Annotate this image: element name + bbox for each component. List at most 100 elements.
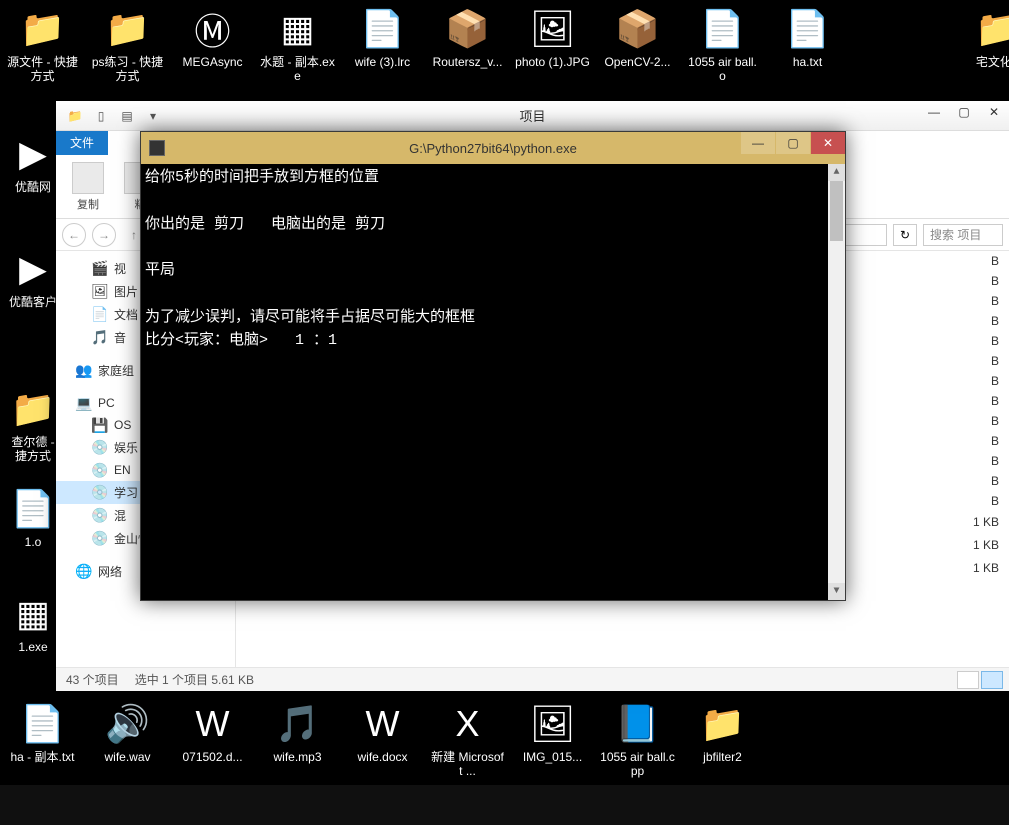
icon-label: 1.exe [5, 640, 61, 654]
file-icon: 📄 [19, 700, 67, 748]
file-icon: 📁 [699, 700, 747, 748]
icon-label: ha - 副本.txt [5, 750, 80, 764]
desktop-icon[interactable]: 📦 OpenCV-2... [600, 5, 675, 69]
nav-label: PC [98, 396, 115, 410]
console-icon [149, 140, 165, 156]
console-maximize-button[interactable]: ▢ [776, 132, 810, 154]
desktop-icon[interactable]: 📁宅文化-. [960, 5, 1009, 69]
view-icons-button[interactable] [981, 671, 1003, 689]
icon-label: wife.wav [90, 750, 165, 764]
nav-icon: 👥 [76, 363, 92, 379]
qat-dropdown-icon[interactable]: ▾ [142, 105, 164, 127]
nav-label: 学习 [114, 484, 138, 501]
desktop-icon[interactable]: 📄ha.txt [770, 5, 845, 69]
desktop-icon[interactable]: 🎵wife.mp3 [260, 700, 335, 764]
nav-icon: 🌐 [76, 564, 92, 580]
file-size: B [929, 334, 999, 348]
nav-icon: 💿 [92, 462, 108, 478]
nav-icon: 🖼 [92, 284, 108, 300]
file-size: B [929, 494, 999, 508]
desktop-icon[interactable]: ▶优酷网 [5, 130, 61, 194]
icon-label: MEGAsync [175, 55, 250, 69]
desktop-icon[interactable]: Wwife.docx [345, 700, 420, 764]
tab-file[interactable]: 文件 [56, 130, 108, 155]
console-output[interactable]: 给你5秒的时间把手放到方框的位置 你出的是 剪刀 电脑出的是 剪刀 平局 为了减… [141, 164, 845, 600]
nav-label: 娱乐 [114, 439, 138, 456]
refresh-button[interactable]: ↻ [893, 224, 917, 246]
desktop-icon[interactable]: 📁源文件 - 快捷方式 [5, 5, 80, 84]
maximize-button[interactable]: ▢ [949, 101, 979, 123]
nav-label: 图片 [114, 283, 138, 300]
desktop-icon[interactable]: 📄1.o [5, 485, 61, 549]
desktop-icon[interactable]: 📦Routersz_v... [430, 5, 505, 69]
nav-label: 网络 [98, 563, 122, 580]
file-icon: 📁 [9, 385, 57, 433]
file-icon: X [444, 700, 492, 748]
file-icon: ▶ [9, 245, 57, 293]
desktop-icon[interactable]: 🖼 photo (1).JPG [515, 5, 590, 69]
desktop-icon[interactable]: X新建 Microsoft ... [430, 700, 505, 779]
icon-label: 1055 air ball.o [685, 55, 760, 84]
desktop-icon[interactable]: 🖼IMG_015... [515, 700, 590, 764]
file-size: B [929, 314, 999, 328]
nav-icon: 💿 [92, 508, 108, 524]
file-icon: ▦ [274, 5, 322, 53]
search-input[interactable]: 搜索 项目 [923, 224, 1003, 246]
qat-props-icon[interactable]: ▯ [90, 105, 112, 127]
icon-label: 源文件 - 快捷方式 [5, 55, 80, 84]
file-size: B [929, 294, 999, 308]
desktop-icon[interactable]: 📄wife (3).lrc [345, 5, 420, 69]
nav-label: 视 [114, 260, 126, 277]
console-text: 给你5秒的时间把手放到方框的位置 你出的是 剪刀 电脑出的是 剪刀 平局 为了减… [145, 166, 841, 352]
file-icon: Ⓜ [189, 5, 237, 53]
console-close-button[interactable]: ✕ [811, 132, 845, 154]
copy-button[interactable]: 复制 [64, 162, 112, 212]
file-icon: 🔊 [104, 700, 152, 748]
console-minimize-button[interactable]: — [741, 132, 775, 154]
file-icon: ▦ [9, 590, 57, 638]
icon-label: 071502.d... [175, 750, 250, 764]
taskbar[interactable] [0, 785, 1009, 825]
back-button[interactable]: ← [62, 223, 86, 247]
nav-label: 家庭组 [98, 362, 134, 379]
desktop-icon[interactable]: ▦水题 - 副本.exe [260, 5, 335, 84]
scroll-down-icon[interactable]: ▼ [828, 583, 845, 600]
file-icon: 📘 [614, 700, 662, 748]
file-size: B [929, 434, 999, 448]
close-button[interactable]: ✕ [979, 101, 1009, 123]
desktop-icon[interactable]: W071502.d... [175, 700, 250, 764]
desktop-icon[interactable]: ▦ 1.exe [5, 590, 61, 654]
desktop-icon[interactable]: 📄 ha - 副本.txt [5, 700, 80, 764]
file-icon: 🖼 [529, 5, 577, 53]
forward-button[interactable]: → [92, 223, 116, 247]
selection-info: 选中 1 个项目 5.61 KB [135, 671, 254, 688]
desktop-icon[interactable]: 📁jbfilter2 [685, 700, 760, 764]
icon-label: photo (1).JPG [515, 55, 590, 69]
file-size: B [929, 454, 999, 468]
icon-label: wife (3).lrc [345, 55, 420, 69]
explorer-titlebar[interactable]: 📁 ▯ ▤ ▾ 项目 — ▢ ✕ [56, 101, 1009, 131]
file-icon: 📦 [614, 5, 662, 53]
explorer-title: 项目 [56, 106, 1009, 125]
console-scrollbar[interactable]: ▲ ▼ [828, 164, 845, 600]
view-details-button[interactable] [957, 671, 979, 689]
desktop-icon[interactable]: 🔊 wife.wav [90, 700, 165, 764]
desktop-icon[interactable]: 📁ps练习 - 快捷方式 [90, 5, 165, 84]
icon-label: 优酷客户 [5, 295, 61, 309]
nav-icon: 💿 [92, 531, 108, 547]
desktop-icon[interactable]: 📁查尔德 - 捷方式 [5, 385, 61, 464]
nav-label: 混 [114, 507, 126, 524]
qat-new-icon[interactable]: ▤ [116, 105, 138, 127]
file-icon: 🎵 [274, 700, 322, 748]
desktop-icon[interactable]: 📘1055 air ball.cpp [600, 700, 675, 779]
console-titlebar[interactable]: G:\Python27bit64\python.exe — ▢ ✕ [141, 132, 845, 164]
scroll-up-icon[interactable]: ▲ [828, 164, 845, 181]
desktop-icon[interactable]: ▶ 优酷客户 [5, 245, 61, 309]
desktop-icon[interactable]: Ⓜ MEGAsync [175, 5, 250, 69]
desktop-icon[interactable]: 📄1055 air ball.o [685, 5, 760, 84]
scroll-thumb[interactable] [830, 181, 843, 241]
icon-label: OpenCV-2... [600, 55, 675, 69]
minimize-button[interactable]: — [919, 101, 949, 123]
icon-label: 查尔德 - 捷方式 [5, 435, 61, 464]
icon-label: ha.txt [770, 55, 845, 69]
